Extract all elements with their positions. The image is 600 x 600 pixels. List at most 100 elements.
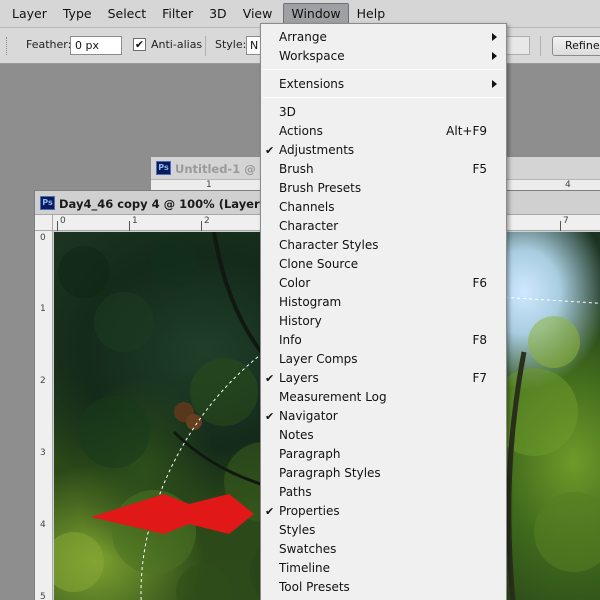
window-menu-item-swatches[interactable]: Swatches (261, 540, 506, 559)
ruler-number: 1 (206, 180, 212, 190)
ruler-number: 0 (40, 233, 46, 243)
menu-separator (263, 69, 504, 70)
refine-edge-button[interactable]: Refine E (552, 36, 600, 56)
options-divider (540, 36, 541, 56)
ruler-number: 2 (40, 376, 46, 386)
ruler-number: 3 (40, 448, 46, 458)
feather-label: Feather: (26, 38, 72, 51)
menu-select[interactable]: Select (100, 2, 155, 26)
ruler-number: 1 (132, 216, 138, 226)
menu-item-label: Actions (279, 124, 323, 138)
menu-filter[interactable]: Filter (154, 2, 201, 26)
checkmark-icon: ✔ (265, 505, 275, 518)
menu-item-label: Notes (279, 428, 314, 442)
menu-layer[interactable]: Layer (4, 2, 55, 26)
ruler-number: 5 (40, 592, 46, 600)
menu-item-label: Paragraph Styles (279, 466, 381, 480)
checkmark-icon: ✔ (265, 144, 275, 157)
window-menu-item-character-styles[interactable]: Character Styles (261, 236, 506, 255)
window-menu-item-layer-comps[interactable]: Layer Comps (261, 350, 506, 369)
window-menu-item-measurement-log[interactable]: Measurement Log (261, 388, 506, 407)
menu-item-label: History (279, 314, 322, 328)
window-menu-dropdown: Arrange Workspace Extensions 3D Actions Alt+F… (260, 23, 507, 600)
window-menu-item-tool-presets[interactable]: Tool Presets (261, 578, 506, 597)
menu-window[interactable]: Window (283, 2, 349, 25)
window-menu-item-styles[interactable]: Styles (261, 521, 506, 540)
antialias-label: Anti-alias (151, 38, 203, 51)
submenu-arrow-icon (492, 80, 497, 88)
ruler-tick (201, 221, 202, 231)
menu-item-label: Layers (279, 371, 319, 385)
menu-item-label: Brush (279, 162, 314, 176)
menu-item-label: Styles (279, 523, 316, 537)
menu-item-label: Extensions (279, 77, 345, 91)
menu-item-label: Workspace (279, 49, 345, 63)
menu-item-label: Info (279, 333, 302, 347)
options-bar-grip[interactable] (6, 37, 8, 55)
window-menu-item-color[interactable]: Color F6 (261, 274, 506, 293)
window-menu-item-actions[interactable]: Actions Alt+F9 (261, 122, 506, 141)
window-menu-item-histogram[interactable]: Histogram (261, 293, 506, 312)
menu-3d[interactable]: 3D (201, 2, 235, 26)
antialias-checkbox[interactable]: ✔ (133, 38, 146, 51)
menu-item-label: 3D (279, 105, 296, 119)
photoshop-document-icon: Ps (156, 161, 171, 175)
ruler-number: 7 (563, 216, 569, 226)
menu-item-label: Navigator (279, 409, 338, 423)
menu-item-label: Arrange (279, 30, 327, 44)
window-menu-item-extensions[interactable]: Extensions (261, 75, 506, 94)
menu-type[interactable]: Type (55, 2, 100, 26)
window-menu-item-character[interactable]: Character (261, 217, 506, 236)
submenu-arrow-icon (492, 52, 497, 60)
menu-help[interactable]: Help (349, 2, 394, 26)
window-menu-item-navigator[interactable]: ✔ Navigator (261, 407, 506, 426)
window-menu-item-arrange[interactable]: Arrange (261, 28, 506, 47)
photoshop-document-icon: Ps (40, 196, 55, 210)
window-menu-item-layers[interactable]: ✔ Layers F7 (261, 369, 506, 388)
window-menu-item-info[interactable]: Info F8 (261, 331, 506, 350)
window-menu-item-brush[interactable]: Brush F5 (261, 160, 506, 179)
menu-item-label: Swatches (279, 542, 337, 556)
menu-item-label: Tool Presets (279, 580, 350, 594)
menu-item-label: Layer Comps (279, 352, 358, 366)
submenu-arrow-icon (492, 33, 497, 41)
menu-item-shortcut: F5 (472, 162, 487, 176)
feather-input[interactable]: 0 px (70, 36, 122, 55)
menu-item-label: Brush Presets (279, 181, 362, 195)
menu-item-shortcut: F6 (472, 276, 487, 290)
height-input[interactable] (506, 36, 530, 55)
menu-item-shortcut: Alt+F9 (446, 124, 487, 138)
vertical-ruler[interactable]: 0 1 2 3 4 5 (35, 231, 53, 600)
window-menu-item-paragraph-styles[interactable]: Paragraph Styles (261, 464, 506, 483)
window-menu-item-timeline[interactable]: Timeline (261, 559, 506, 578)
menu-item-label: Character Styles (279, 238, 379, 252)
options-divider (205, 36, 206, 56)
window-menu-item-adjustments[interactable]: ✔ Adjustments (261, 141, 506, 160)
checkmark-icon: ✔ (265, 372, 275, 385)
ruler-tick (560, 221, 561, 231)
menu-view[interactable]: View (235, 2, 281, 26)
style-label: Style: (215, 38, 247, 51)
window-menu-item-channels[interactable]: Channels (261, 198, 506, 217)
window-menu-item-notes[interactable]: Notes (261, 426, 506, 445)
window-menu-item-3d[interactable]: 3D (261, 103, 506, 122)
menu-item-label: Histogram (279, 295, 342, 309)
window-menu-item-properties[interactable]: ✔ Properties (261, 502, 506, 521)
menu-item-label: Character (279, 219, 339, 233)
menu-item-label: Clone Source (279, 257, 359, 271)
window-menu-item-history[interactable]: History (261, 312, 506, 331)
menu-item-label: Color (279, 276, 311, 290)
ruler-number: 4 (40, 520, 46, 530)
window-menu-item-workspace[interactable]: Workspace (261, 47, 506, 66)
window-menu-item-paths[interactable]: Paths (261, 483, 506, 502)
menu-item-label: Channels (279, 200, 335, 214)
window-menu-item-clone-source[interactable]: Clone Source (261, 255, 506, 274)
ruler-tick (57, 221, 58, 231)
ruler-origin[interactable] (35, 214, 53, 231)
menu-item-label: Timeline (279, 561, 331, 575)
window-menu-item-brush-presets[interactable]: Brush Presets (261, 179, 506, 198)
ruler-number: 2 (204, 216, 210, 226)
menu-item-label: Properties (279, 504, 340, 518)
window-menu-item-paragraph[interactable]: Paragraph (261, 445, 506, 464)
menu-item-shortcut: F7 (472, 371, 487, 385)
